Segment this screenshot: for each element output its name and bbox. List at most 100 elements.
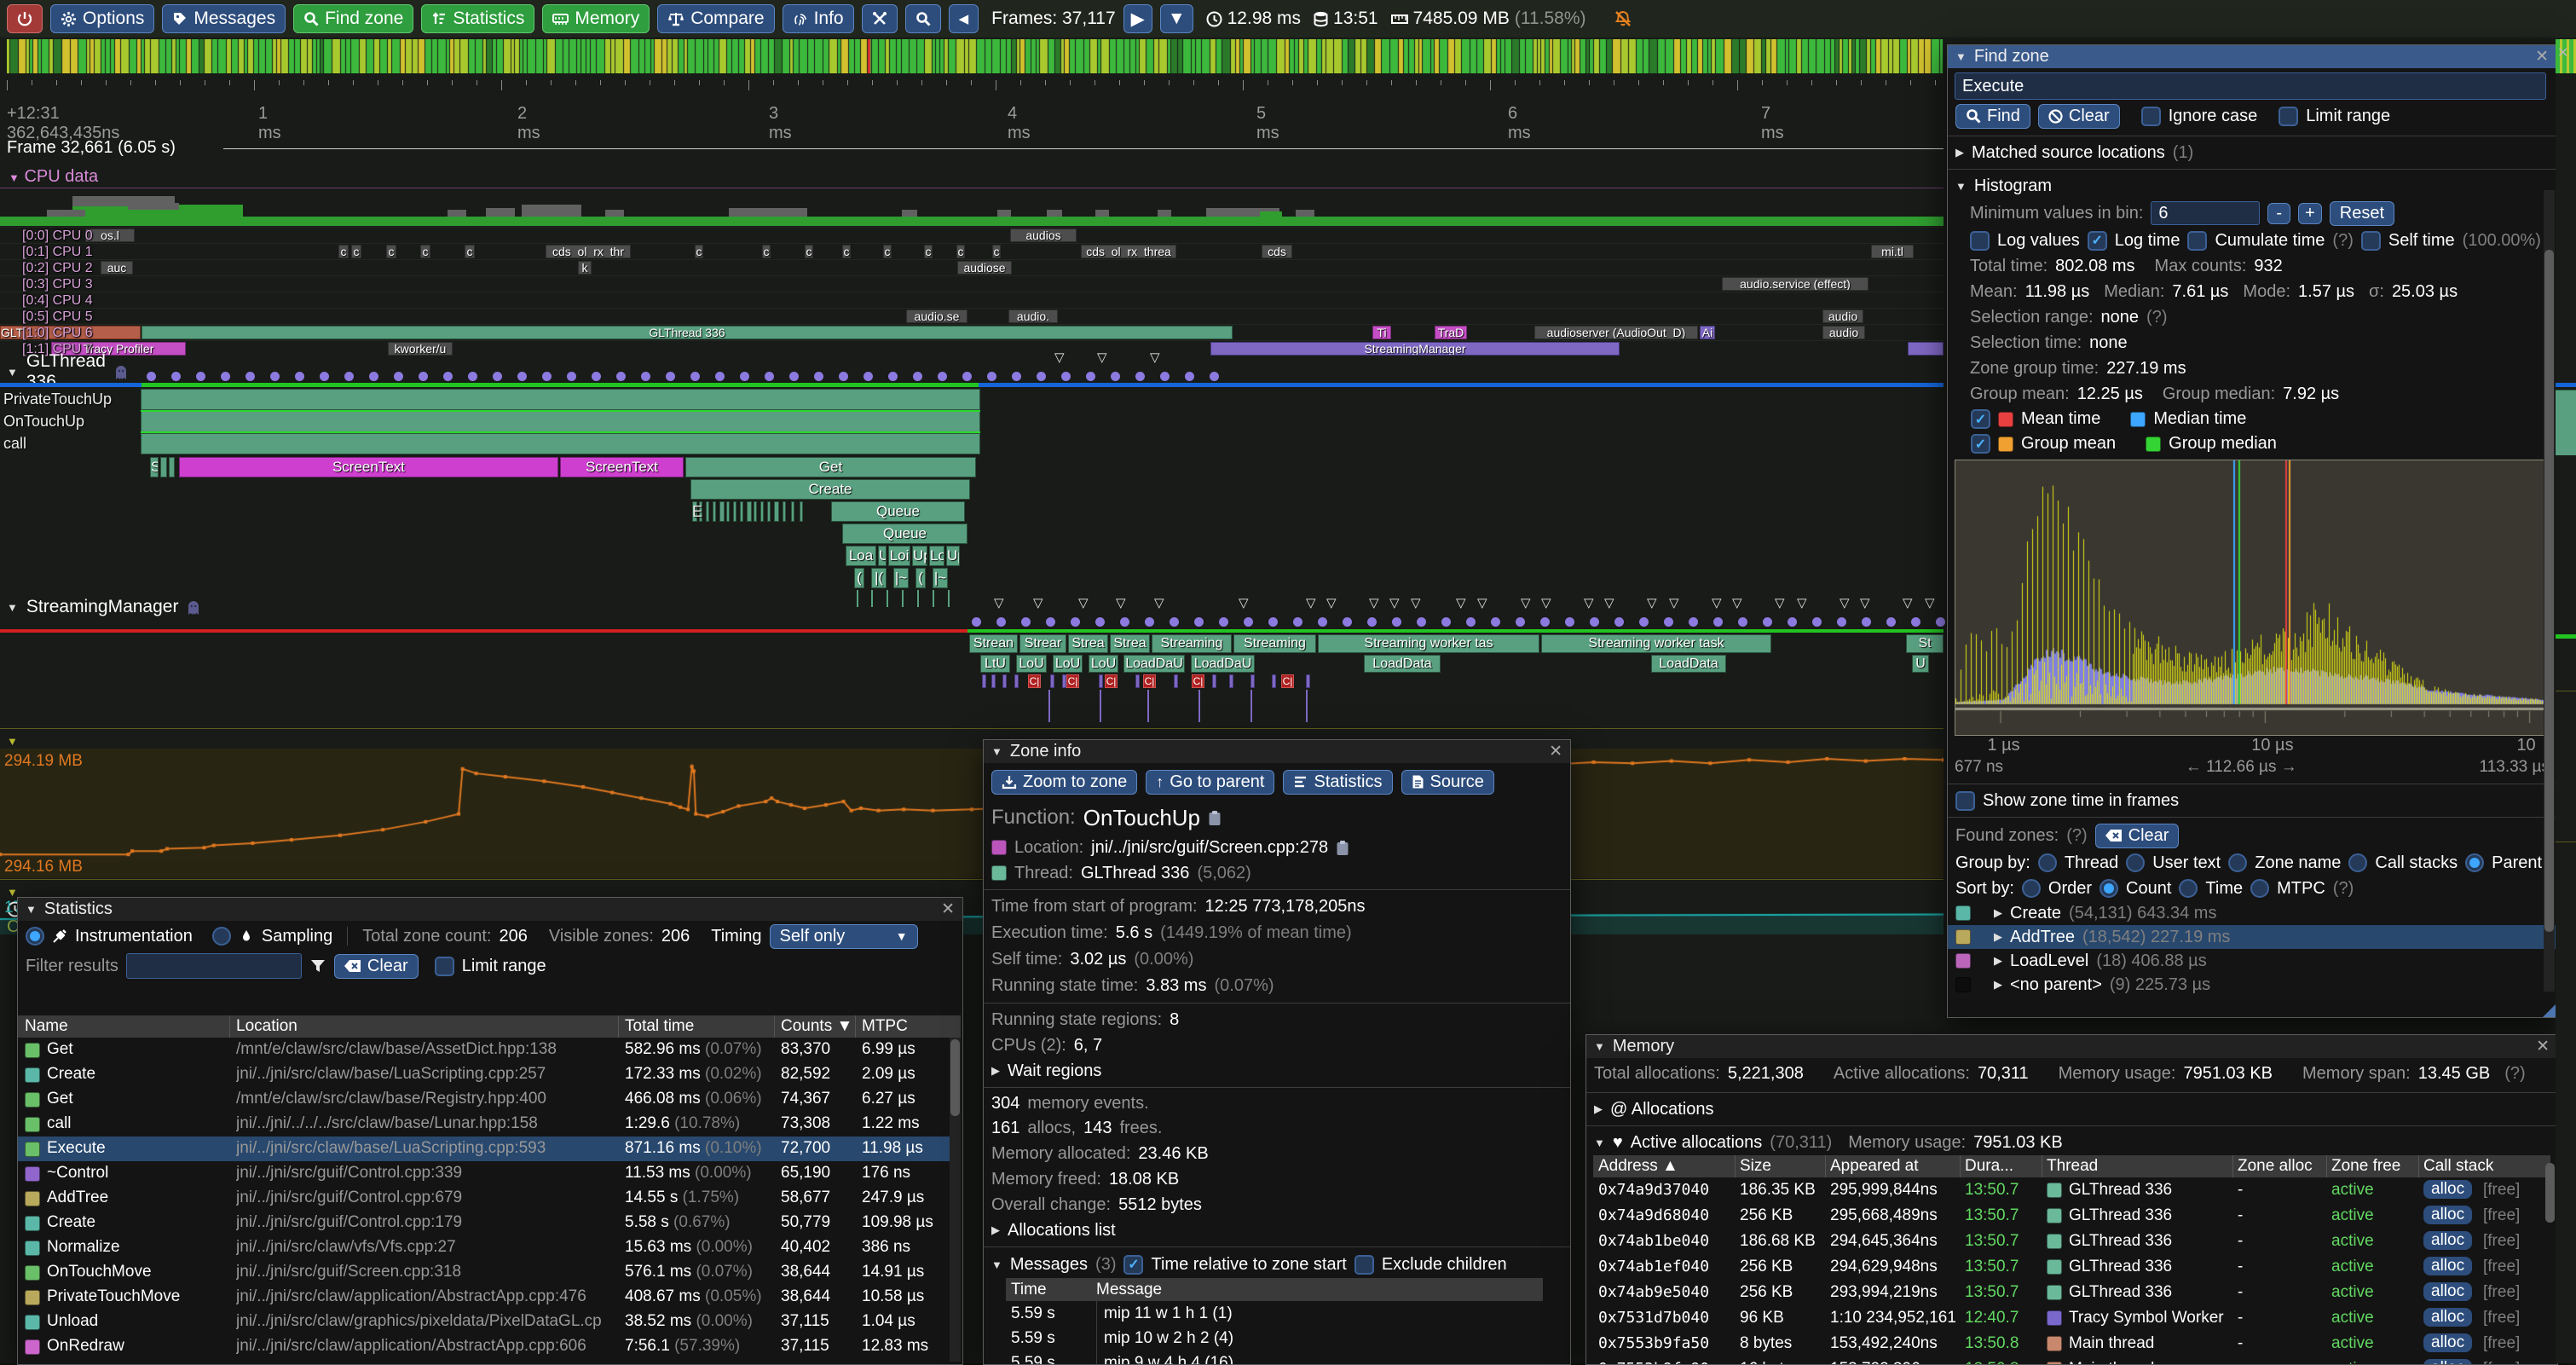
- find-zone-button[interactable]: Find zone: [293, 4, 413, 33]
- lock-marker[interactable]: [493, 372, 502, 381]
- zone-end-marker[interactable]: ▽: [1712, 595, 1722, 610]
- cpu-timeline-block[interactable]: GLThread 336: [142, 326, 1233, 339]
- zone-span[interactable]: Up: [912, 546, 927, 566]
- lock-marker[interactable]: [888, 372, 898, 381]
- zone-span[interactable]: [1135, 674, 1140, 688]
- alloc-address[interactable]: 0x74a9d37040: [1598, 1181, 1709, 1199]
- column-header-call-stack[interactable]: Call stack: [2423, 1157, 2493, 1176]
- limit-range-checkbox[interactable]: [2279, 107, 2298, 126]
- zone-span[interactable]: Streaming: [1152, 634, 1232, 653]
- column-header-zone-alloc[interactable]: Zone alloc: [2238, 1157, 2313, 1176]
- zone-end-marker[interactable]: ▽: [1669, 595, 1679, 610]
- zone-end-marker[interactable]: ▽: [994, 595, 1004, 610]
- lock-marker[interactable]: [517, 372, 527, 381]
- lock-marker[interactable]: [913, 372, 922, 381]
- zone-end-marker[interactable]: ▽: [1797, 595, 1807, 610]
- zone-span[interactable]: |~: [933, 568, 948, 588]
- parent-radio[interactable]: [2465, 853, 2484, 872]
- found-zone-group-row[interactable]: ▶AddTree(18,542) 227.19 ms: [1948, 925, 2556, 949]
- message-row[interactable]: 5.59 smip 10 w 2 h 2 (4): [1006, 1326, 1543, 1351]
- histogram-expander[interactable]: ▼Histogram: [1948, 173, 2556, 199]
- go-to-parent-button[interactable]: ↑Go to parent: [1146, 770, 1274, 795]
- find-zone-query-input[interactable]: [1955, 72, 2546, 100]
- zone-end-marker[interactable]: ▽: [1097, 350, 1107, 365]
- close-icon[interactable]: ✕: [2536, 1037, 2550, 1056]
- crash-marker[interactable]: C|: [1281, 674, 1294, 688]
- alloc-address[interactable]: 0x7531d7b040: [1598, 1309, 1709, 1327]
- lock-marker[interactable]: [1244, 617, 1253, 627]
- lock-marker[interactable]: [962, 372, 972, 381]
- zone-span[interactable]: [733, 501, 736, 522]
- alloc-address[interactable]: 0x7553b9fa90: [1598, 1360, 1709, 1365]
- zone-end-marker[interactable]: ▽: [1389, 595, 1400, 610]
- allocations-list-expander[interactable]: ▶Allocations list: [984, 1218, 1570, 1243]
- lock-marker[interactable]: [1565, 617, 1574, 627]
- time-radio[interactable]: [2179, 879, 2198, 898]
- lock-marker[interactable]: [1936, 617, 1945, 627]
- lock-marker[interactable]: [270, 372, 280, 381]
- zone-end-marker[interactable]: ▽: [1411, 595, 1421, 610]
- cpu-timeline-block[interactable]: k: [578, 261, 592, 275]
- cpu-timeline-block[interactable]: audio.: [1008, 309, 1058, 323]
- cpu-timeline-block[interactable]: audiose: [957, 261, 1012, 275]
- legend-checkbox[interactable]: [1971, 409, 1990, 429]
- column-header-total-time[interactable]: Total time: [625, 1017, 694, 1036]
- cpu-timeline-block[interactable]: c: [883, 245, 892, 258]
- zone-span[interactable]: LoU: [1089, 655, 1118, 673]
- zone-info-titlebar[interactable]: ▼ Zone info ✕: [984, 740, 1570, 763]
- cpu-timeline-block[interactable]: cds: [1262, 245, 1292, 258]
- cpu-timeline-block[interactable]: c: [956, 245, 965, 258]
- alloc-address[interactable]: 0x7553b9fa50: [1598, 1334, 1709, 1352]
- running-state-bar[interactable]: [0, 383, 142, 387]
- matched-sources-expander[interactable]: ▶Matched source locations(1): [1948, 140, 2556, 165]
- zone-span[interactable]: Up: [946, 546, 960, 566]
- zone-end-marker[interactable]: ▽: [1326, 595, 1337, 610]
- lock-marker[interactable]: [789, 372, 799, 381]
- cpu-timeline-block[interactable]: cds_ol_rx_thr: [546, 245, 631, 258]
- lock-marker[interactable]: [1185, 372, 1194, 381]
- zone-span[interactable]: Streaming worker task: [1541, 634, 1771, 653]
- lock-marker[interactable]: [1812, 617, 1822, 627]
- call-stacks-radio[interactable]: [2348, 853, 2367, 872]
- cpu-timeline-block[interactable]: audios: [1010, 228, 1077, 242]
- table-row[interactable]: 0x74ab9e5040256 KB293,994,219ns13:50.7GL…: [1593, 1280, 2550, 1305]
- exclude-children-checkbox[interactable]: [1354, 1255, 1374, 1275]
- running-state-bar[interactable]: [967, 629, 1944, 633]
- cpu-timeline-block[interactable]: kworker/u: [388, 342, 453, 356]
- prev-frame-button[interactable]: ◀: [949, 4, 979, 33]
- zone-span[interactable]: [1002, 674, 1007, 688]
- scrollbar-thumb[interactable]: [2545, 1163, 2555, 1223]
- zone-end-marker[interactable]: ▽: [1521, 595, 1531, 610]
- column-header-counts[interactable]: Counts ▼: [781, 1017, 852, 1036]
- zone-span[interactable]: Loa: [846, 546, 876, 566]
- zone-span[interactable]: [1174, 674, 1178, 688]
- zone-span[interactable]: St: [1906, 634, 1944, 653]
- zone-span[interactable]: [1212, 674, 1216, 688]
- collapse-icon[interactable]: ▼: [991, 745, 1002, 758]
- statistics-button[interactable]: Statistics: [1283, 770, 1392, 795]
- cpu-timeline-block[interactable]: audio.service (effect): [1722, 277, 1868, 291]
- timing-dropdown[interactable]: Self only▼: [770, 924, 918, 949]
- statistics-titlebar[interactable]: ▼ Statistics ✕: [18, 898, 962, 921]
- resize-grip[interactable]: [2543, 1004, 2556, 1017]
- zone-end-marker[interactable]: ▽: [1150, 350, 1160, 365]
- zone-end-marker[interactable]: ▽: [1541, 595, 1551, 610]
- decrement-button[interactable]: -: [2267, 203, 2290, 224]
- lock-marker[interactable]: [1713, 617, 1723, 627]
- expand-icon[interactable]: ▶: [1994, 978, 2002, 992]
- lock-marker[interactable]: [443, 372, 453, 381]
- table-row[interactable]: AddTreejni/../jni/src/guif/Control.cpp:6…: [18, 1186, 961, 1211]
- cpu-timeline-block[interactable]: audio.se: [906, 309, 967, 323]
- zone-span[interactable]: Strea: [1110, 634, 1150, 653]
- alloc-callstack-button[interactable]: alloc: [2423, 1282, 2472, 1301]
- lock-marker[interactable]: [1689, 617, 1698, 627]
- zone-span[interactable]: [747, 501, 752, 522]
- lock-marker[interactable]: [972, 617, 981, 627]
- zone-span[interactable]: Loi: [888, 546, 910, 566]
- cpu-timeline-block[interactable]: [1908, 342, 1944, 356]
- zone-end-marker[interactable]: ▽: [1903, 595, 1913, 610]
- instrumentation-radio[interactable]: [26, 927, 44, 946]
- lock-marker[interactable]: [690, 372, 700, 381]
- thread-radio[interactable]: [2038, 853, 2057, 872]
- lock-marker[interactable]: [1367, 617, 1377, 627]
